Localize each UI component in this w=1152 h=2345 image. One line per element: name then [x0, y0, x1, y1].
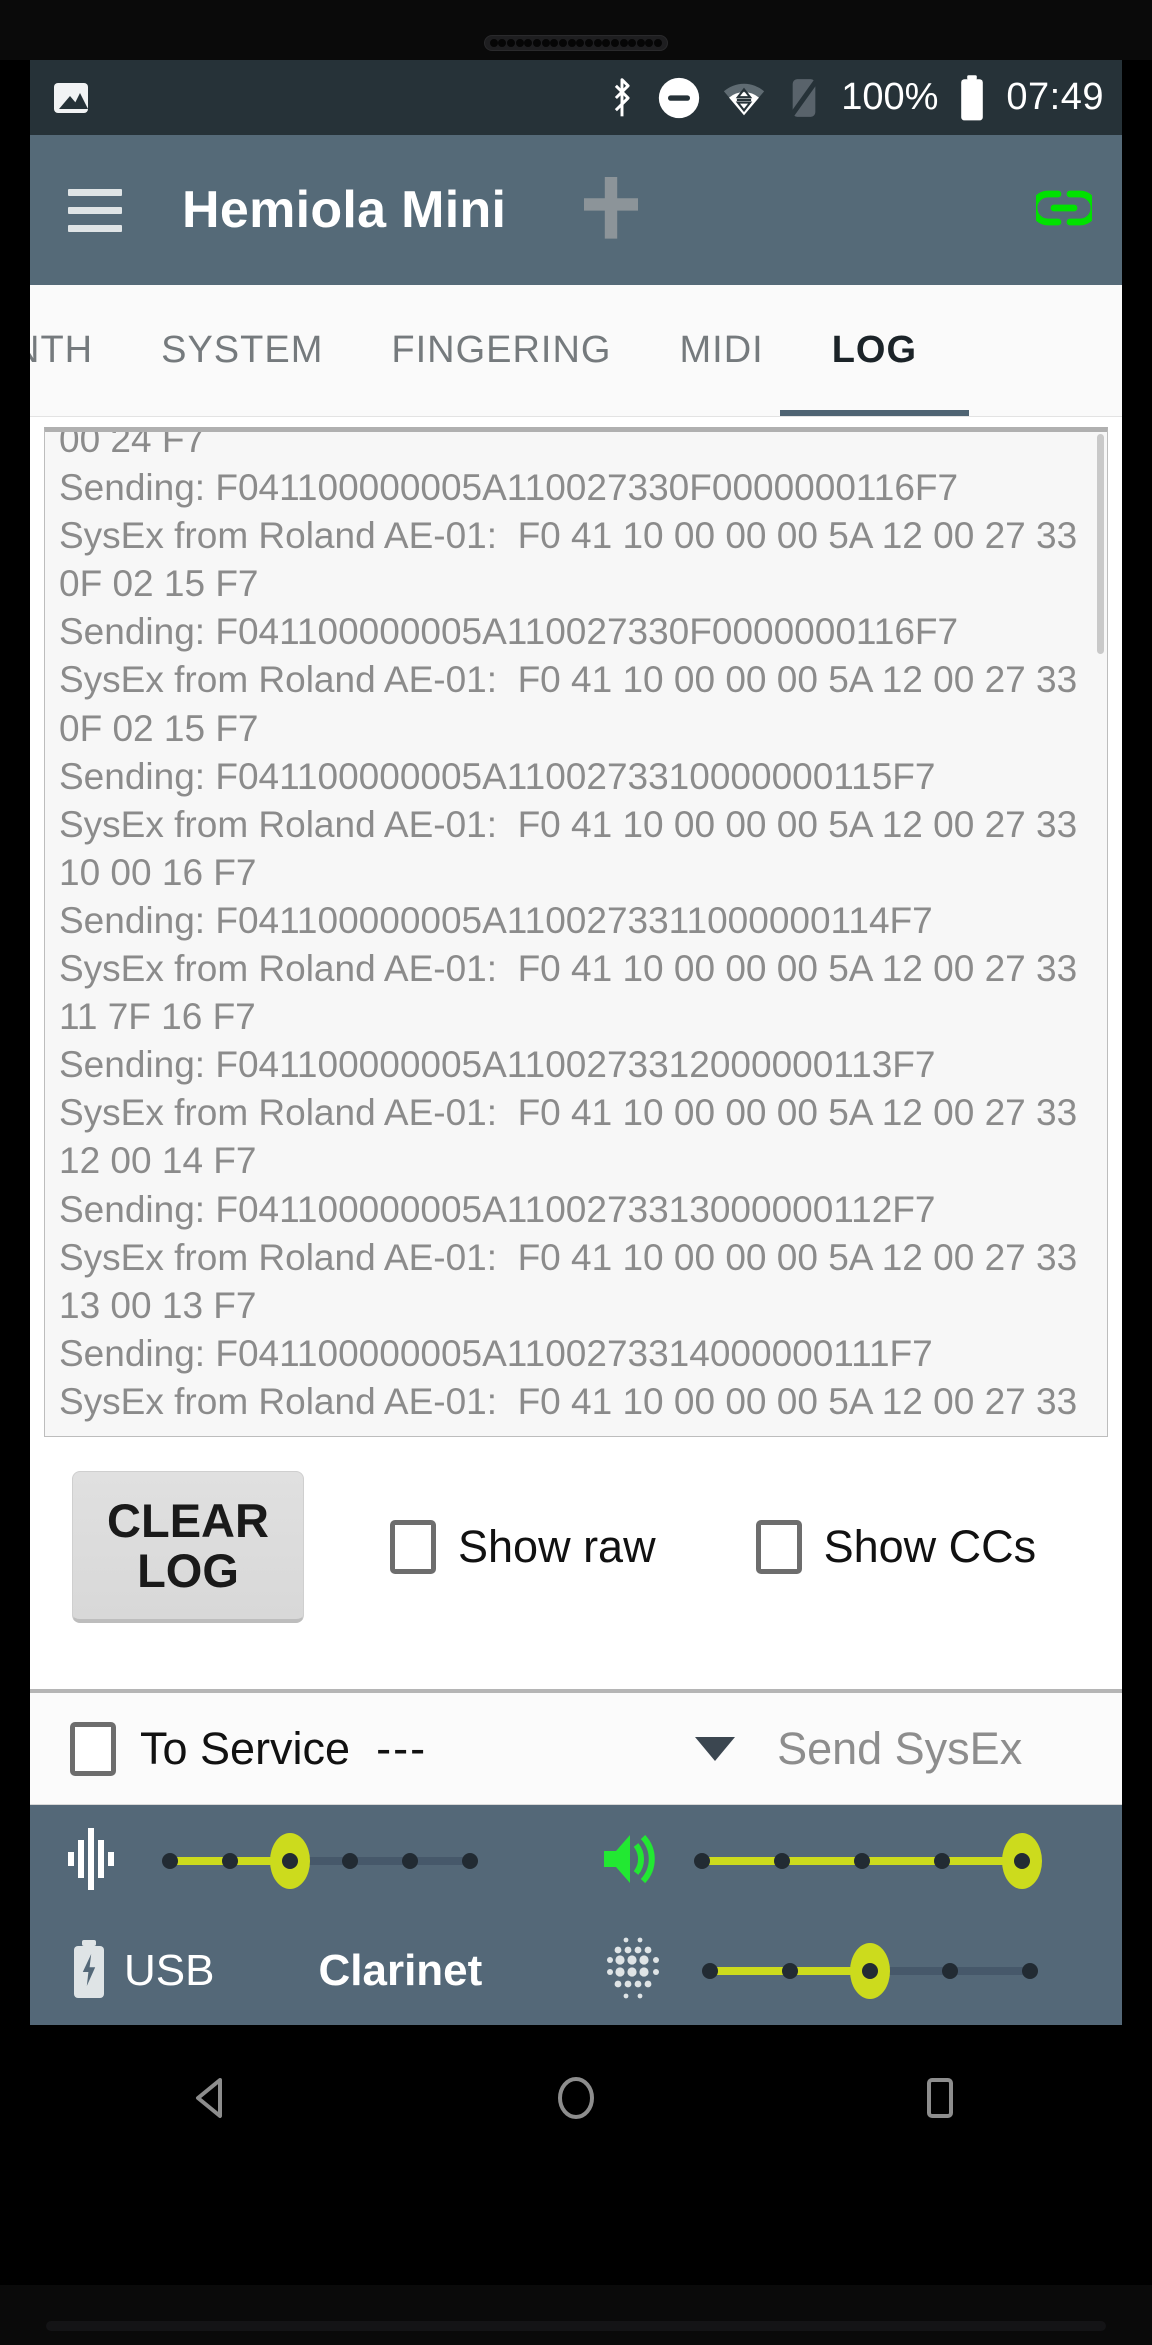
log-scroll-content: 00 24 F7 Sending: F041100000005A11002733… [45, 427, 1107, 1436]
slider-tick [934, 1853, 950, 1869]
log-line: Sending: F041100000005A11002733120000001… [59, 1044, 936, 1086]
recents-square-icon[interactable] [916, 2074, 964, 2127]
transpose-slider[interactable] [702, 1941, 1039, 2001]
to-service-row: To Service --- Send SysEx [30, 1689, 1122, 1805]
volume-icon[interactable] [600, 1829, 656, 1894]
slider-tick [222, 1853, 238, 1869]
status-clock: 07:49 [1006, 76, 1104, 118]
volume-slider[interactable] [694, 1831, 1042, 1891]
log-line: SysEx from Roland AE-01: F0 41 10 00 00 … [59, 1092, 1088, 1182]
slider-thumb[interactable] [270, 1833, 310, 1889]
screen-filler [30, 2175, 1122, 2285]
app-bar: Hemiola Mini [30, 135, 1122, 285]
log-panel: 00 24 F7 Sending: F041100000005A11002733… [30, 417, 1122, 1689]
slider-thumb[interactable] [850, 1943, 891, 1999]
log-line: Sending: F041100000005A110027330F0000000… [59, 467, 959, 509]
hamburger-menu-icon[interactable] [68, 188, 122, 232]
bottom-control-bar-2: USB Clarinet [30, 1917, 1122, 2025]
bluetooth-icon [607, 76, 637, 120]
tab-system[interactable]: SYSTEM [127, 285, 357, 416]
status-bar: 100% 07:49 [30, 60, 1122, 135]
checkbox-box[interactable] [390, 1520, 436, 1574]
clear-log-button[interactable]: CLEAR LOG [72, 1471, 304, 1623]
dpad-cross-icon[interactable] [582, 176, 640, 244]
wifi-icon [721, 78, 767, 118]
slider-tick [774, 1853, 790, 1869]
send-sysex-button[interactable]: Send SysEx [777, 1723, 1022, 1775]
phone-device: 100% 07:49 Hemiola Mini TH SYSTEM FINGER… [0, 0, 1152, 2345]
back-triangle-icon[interactable] [188, 2074, 236, 2127]
do-not-disturb-icon [657, 76, 701, 120]
log-line: SysEx from Roland AE-01: F0 41 10 00 00 … [59, 1236, 1088, 1326]
tab-bar: NTH SYSTEM FINGERING MIDI LOG [30, 285, 1122, 417]
log-controls-row: CLEAR LOG Show raw Show CCs [30, 1437, 1122, 1627]
to-service-label: To Service [140, 1722, 351, 1774]
earpiece-speaker-grille [484, 35, 668, 51]
tab-log[interactable]: LOG [779, 285, 970, 416]
log-line: Sending: F041100000005A11002733130000001… [59, 1188, 936, 1230]
chevron-down-icon[interactable] [695, 1736, 736, 1761]
battery-full-icon [958, 74, 986, 122]
log-line: SysEx from Roland AE-01: F0 41 10 00 00 … [59, 948, 1088, 1038]
expression-slider[interactable] [162, 1831, 478, 1891]
log-scrollbar[interactable] [1097, 434, 1104, 654]
battery-bolt-icon [72, 1939, 106, 2003]
tab-fingering[interactable]: FINGERING [357, 285, 645, 416]
show-ccs-label: Show CCs [823, 1521, 1037, 1572]
dot-matrix-icon[interactable] [602, 1936, 664, 2007]
android-navigation-bar [30, 2025, 1122, 2175]
bottom-control-bar-1 [30, 1805, 1122, 1917]
to-service-checkbox[interactable] [70, 1721, 116, 1776]
log-line: SysEx from Roland AE-01: F0 41 10 00 00 … [59, 803, 1088, 893]
photo-icon [54, 82, 88, 113]
show-raw-label: Show raw [458, 1521, 656, 1572]
checkbox-box[interactable] [755, 1520, 802, 1574]
tab-synth[interactable]: NTH [30, 285, 127, 416]
device-top-bezel [0, 0, 1152, 60]
log-line: SysEx from Roland AE-01: F0 41 10 00 00 … [59, 659, 1088, 749]
show-raw-checkbox[interactable]: Show raw [390, 1520, 656, 1574]
show-ccs-checkbox[interactable]: Show CCs [755, 1520, 1037, 1574]
slider-tick [702, 1963, 719, 1979]
slider-tick [462, 1853, 478, 1869]
device-bottom-bar [46, 2321, 1106, 2331]
battery-percent-label: 100% [841, 76, 939, 118]
slider-tick [854, 1853, 870, 1869]
phone-screen: 100% 07:49 Hemiola Mini TH SYSTEM FINGER… [30, 60, 1122, 2285]
log-output-box[interactable]: 00 24 F7 Sending: F041100000005A11002733… [44, 427, 1108, 1437]
slider-tick [162, 1853, 178, 1869]
slider-tick [1022, 1963, 1039, 1979]
vibrate-off-icon [787, 75, 821, 121]
power-source-label: USB [124, 1946, 215, 1995]
log-line: Sending: F041100000005A11002733100000001… [59, 755, 936, 797]
instrument-name-label[interactable]: Clarinet [318, 1946, 482, 1996]
link-connected-icon[interactable] [1030, 188, 1098, 233]
device-bottom-bezel [0, 2285, 1152, 2345]
log-line: 00 24 F7 [59, 427, 206, 460]
slider-tick [694, 1853, 710, 1869]
slider-tick [402, 1853, 418, 1869]
log-line: Sending: F041100000005A110027330F0000000… [59, 611, 959, 653]
log-line: SysEx from Roland AE-01: F0 41 10 00 00 … [59, 515, 1088, 605]
log-line: Sending: F041100000005A11002733110000001… [59, 899, 933, 941]
service-select-value[interactable]: --- [376, 1723, 427, 1775]
log-line: Sending: F041100000005A11002733140000001… [59, 1332, 933, 1374]
slider-tick [942, 1963, 959, 1979]
page-title: Hemiola Mini [182, 181, 507, 239]
slider-tick [782, 1963, 799, 1979]
slider-thumb[interactable] [1002, 1833, 1042, 1889]
log-line: SysEx from Roland AE-01: F0 41 10 00 00 … [59, 1380, 1078, 1436]
home-circle-icon[interactable] [552, 2074, 600, 2127]
tab-midi[interactable]: MIDI [645, 285, 797, 416]
slider-tick [342, 1853, 358, 1869]
waveform-icon[interactable] [66, 1827, 114, 1895]
